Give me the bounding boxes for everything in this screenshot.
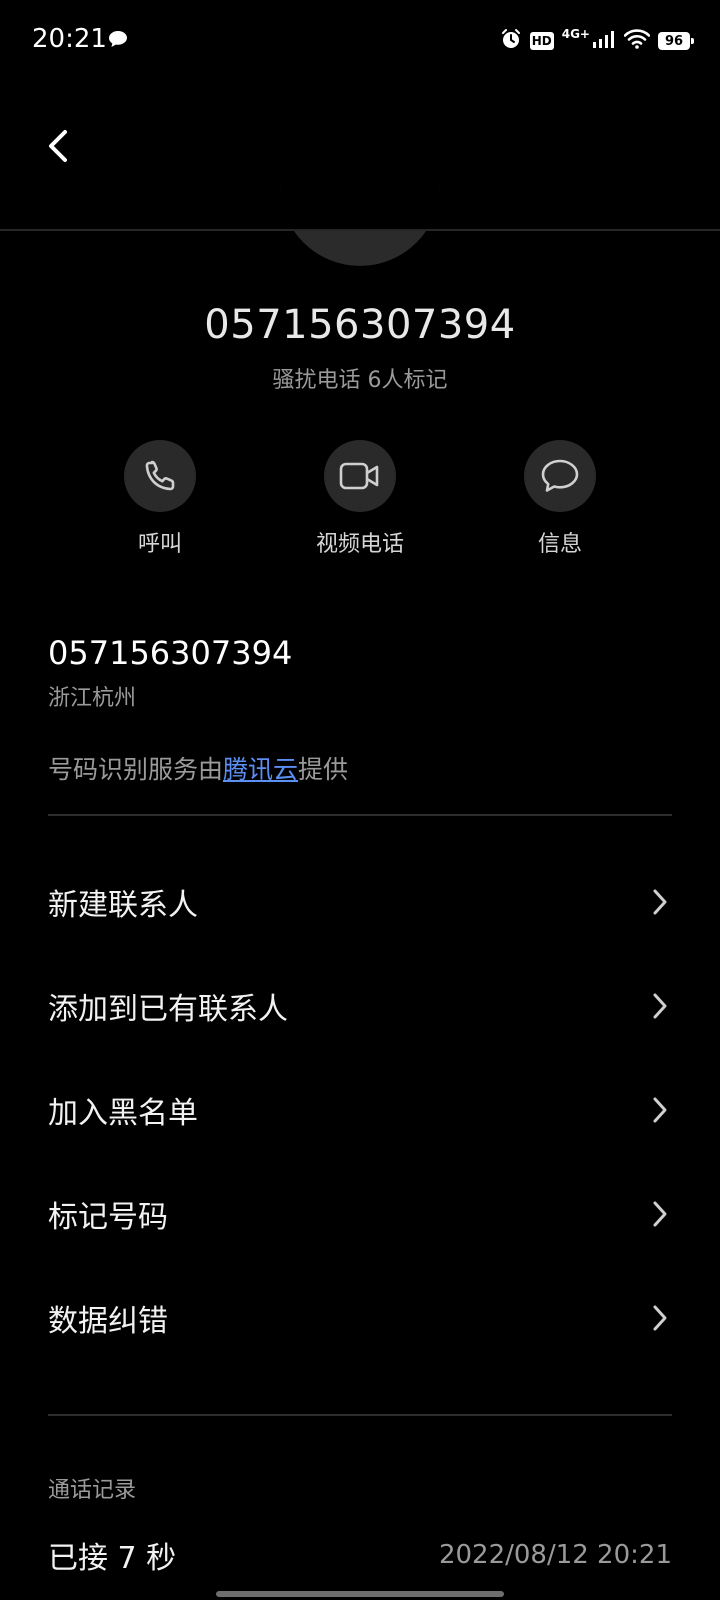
chevron-right-icon (648, 1095, 672, 1125)
section-divider (48, 1414, 672, 1416)
contact-number-title: 057156307394 (204, 302, 516, 348)
contact-detail-screen: 20:21 HD 4G+ 96 057156307394 骚扰电话 6人标记 呼… (0, 0, 720, 1600)
menu-item-label: 加入黑名单 (48, 1096, 198, 1131)
chevron-right-icon (648, 887, 672, 917)
status-icons: HD 4G+ 96 (500, 27, 694, 54)
call-log-title: 通话记录 (48, 1478, 137, 1503)
menu-item-data-correction[interactable]: 数据纠错 (48, 1274, 672, 1362)
signal-icon (592, 29, 616, 53)
provider-link[interactable]: 腾讯云 (223, 755, 298, 784)
call-log-time: 2022/08/12 20:21 (438, 1540, 672, 1570)
call-log-entry[interactable]: 已接 7 秒 2022/08/12 20:21 (48, 1530, 672, 1580)
provider-suffix: 提供 (298, 755, 349, 784)
hd-icon: HD (529, 32, 554, 50)
message-label: 信息 (537, 532, 582, 557)
header-divider (0, 229, 720, 231)
call-log-status: 已接 7 秒 (48, 1541, 177, 1576)
wifi-icon (623, 29, 651, 53)
chevron-right-icon (648, 991, 672, 1021)
back-button[interactable] (36, 124, 80, 168)
chevron-right-icon (648, 1303, 672, 1333)
call-button[interactable]: 呼叫 (80, 440, 240, 558)
menu-item-label: 标记号码 (48, 1200, 168, 1235)
number-location: 浙江杭州 (48, 686, 137, 711)
message-bubble-icon (108, 30, 128, 52)
message-icon (541, 459, 579, 492)
home-indicator[interactable] (216, 1591, 504, 1597)
provider-prefix: 号码识别服务由 (48, 755, 224, 784)
battery-icon: 96 (658, 32, 694, 50)
provider-credit: 号码识别服务由腾讯云提供 (48, 750, 348, 786)
status-bar: 20:21 HD 4G+ 96 (0, 0, 720, 82)
phone-number: 057156307394 (48, 634, 293, 672)
section-divider (48, 814, 672, 816)
phone-icon (145, 460, 175, 491)
video-call-label: 视频电话 (315, 532, 404, 557)
menu-item-blacklist[interactable]: 加入黑名单 (48, 1066, 672, 1154)
menu-item-mark-number[interactable]: 标记号码 (48, 1170, 672, 1258)
spam-tag: 骚扰电话 6人标记 (272, 368, 448, 393)
menu-item-label: 添加到已有联系人 (48, 992, 288, 1027)
menu-item-add-to-existing[interactable]: 添加到已有联系人 (48, 962, 672, 1050)
alarm-icon (500, 28, 522, 54)
network-type: 4G+ (561, 27, 590, 41)
menu-item-label: 数据纠错 (48, 1304, 168, 1339)
chevron-left-icon (49, 130, 67, 162)
menu-item-new-contact[interactable]: 新建联系人 (48, 858, 672, 946)
chevron-right-icon (648, 1199, 672, 1229)
video-camera-icon (339, 462, 379, 490)
call-label: 呼叫 (137, 532, 182, 557)
video-call-button[interactable]: 视频电话 (280, 440, 440, 558)
message-button[interactable]: 信息 (480, 440, 640, 558)
menu-item-label: 新建联系人 (48, 888, 198, 923)
status-time: 20:21 (32, 24, 107, 54)
avatar (280, 130, 440, 266)
